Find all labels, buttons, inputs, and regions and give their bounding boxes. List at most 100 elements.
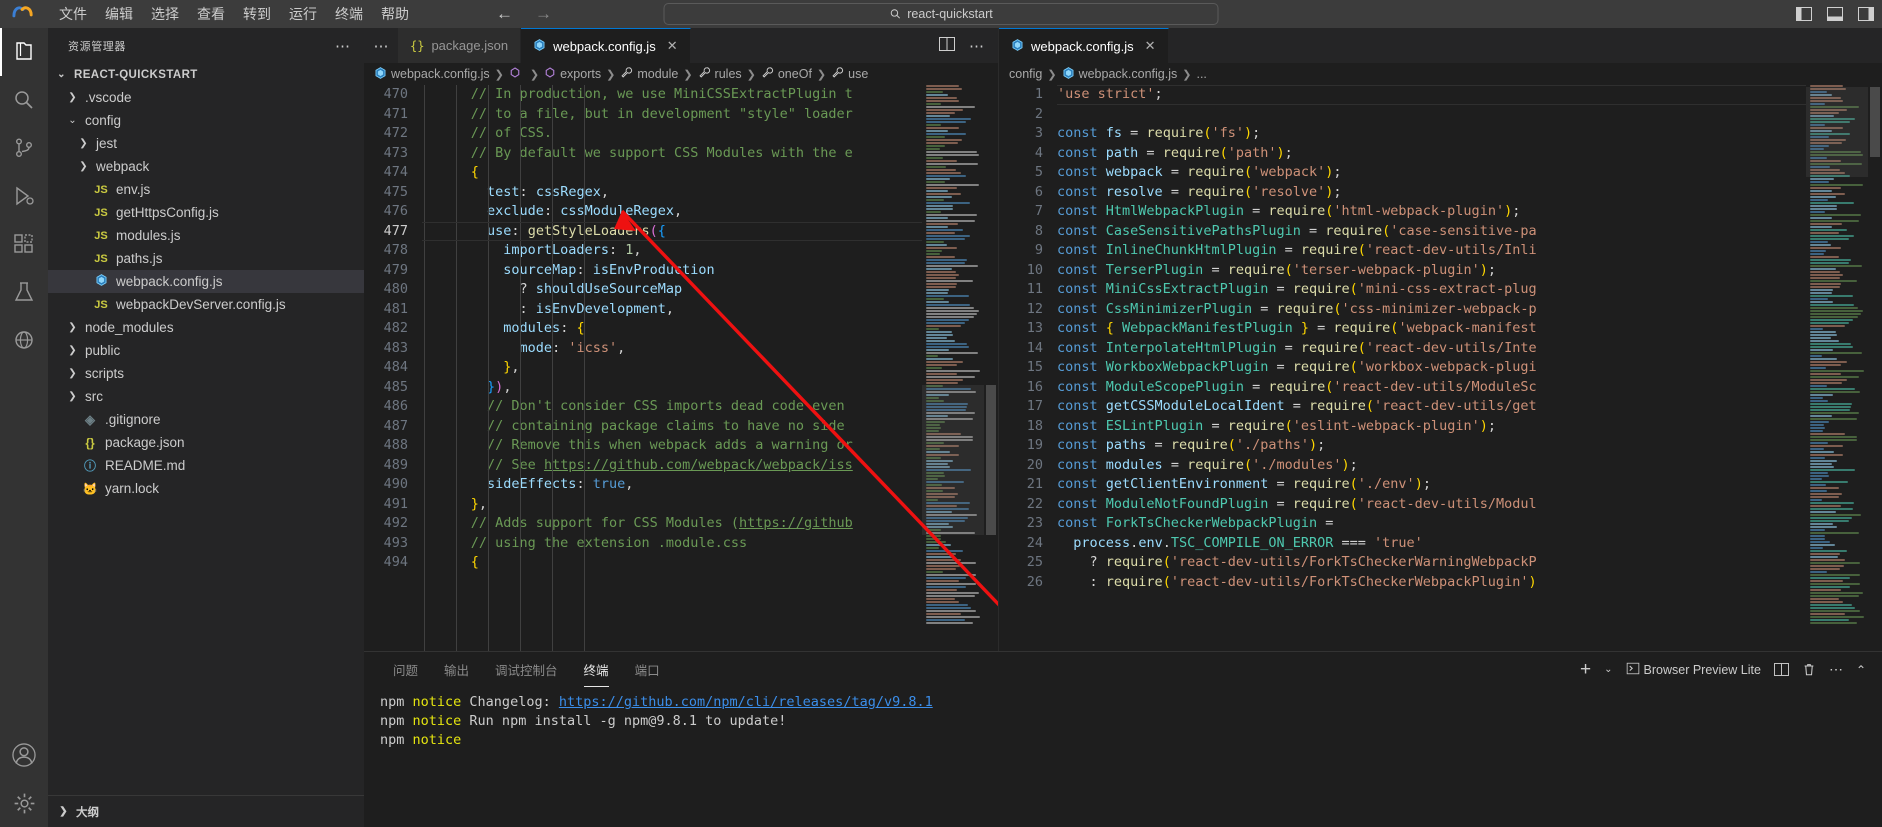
code-line[interactable]: ? shouldUseSourceMap <box>422 280 922 300</box>
code-line[interactable]: modules: { <box>422 319 922 339</box>
terminal-profile-button[interactable]: Browser Preview Lite <box>1626 662 1761 678</box>
activitybar-item-accounts[interactable] <box>0 731 48 779</box>
split-terminal-icon[interactable] <box>1774 663 1789 676</box>
code-editor-left[interactable]: 4704714724734744754764774784794804814824… <box>364 85 998 651</box>
menu-help[interactable]: 帮助 <box>372 1 418 27</box>
code-line[interactable]: const MiniCssExtractPlugin = require('mi… <box>1057 280 1806 300</box>
tree-folder-src[interactable]: ❯src <box>48 385 364 408</box>
arrow-left-icon[interactable]: ← <box>496 4 513 24</box>
code-line[interactable]: const TerserPlugin = require('terser-web… <box>1057 261 1806 281</box>
code-line[interactable]: { <box>422 163 922 183</box>
activitybar-item-testing[interactable] <box>0 268 48 316</box>
code-line[interactable]: const CaseSensitivePathsPlugin = require… <box>1057 222 1806 242</box>
outline-section-header[interactable]: ❯ 大纲 <box>48 795 364 827</box>
activitybar-item-extensions[interactable] <box>0 220 48 268</box>
arrow-right-icon[interactable]: → <box>535 4 552 24</box>
terminal-token[interactable]: https://github.com/npm/cli/releases/tag/… <box>559 694 933 710</box>
code-line[interactable]: : isEnvDevelopment, <box>422 300 922 320</box>
code-line[interactable]: // to a file, but in development "style"… <box>422 105 922 125</box>
menu-selection[interactable]: 选择 <box>142 1 188 27</box>
breadcrumb-item-unknown[interactable] <box>509 66 525 82</box>
code-line[interactable]: const { WebpackManifestPlugin } = requir… <box>1057 319 1806 339</box>
menu-view[interactable]: 查看 <box>188 1 234 27</box>
code-line[interactable]: const InterpolateHtmlPlugin = require('r… <box>1057 339 1806 359</box>
tree-folder-jest[interactable]: ❯jest <box>48 132 364 155</box>
code-line[interactable]: // In production, we use MiniCSSExtractP… <box>422 85 922 105</box>
code-line[interactable]: const fs = require('fs'); <box>1057 124 1806 144</box>
code-line[interactable]: : require('react-dev-utils/ForkTsChecker… <box>1057 573 1806 593</box>
trash-icon[interactable] <box>1802 662 1816 677</box>
minimap-slider[interactable] <box>922 385 984 535</box>
menu-go[interactable]: 转到 <box>234 1 280 27</box>
tabs-overflow-icon[interactable]: ⋯ <box>364 28 398 63</box>
tree-file-webpackDevServer.config.js[interactable]: JSwebpackDevServer.config.js <box>48 293 364 316</box>
code-line[interactable]: }), <box>422 378 922 398</box>
code-line[interactable]: mode: 'icss', <box>422 339 922 359</box>
scrollbar-right[interactable] <box>1868 85 1882 651</box>
code-line[interactable]: const modules = require('./modules'); <box>1057 456 1806 476</box>
code-line[interactable]: // Don't consider CSS imports dead code … <box>422 397 922 417</box>
code-line[interactable]: const InlineChunkHtmlPlugin = require('r… <box>1057 241 1806 261</box>
tab-package-json[interactable]: {} package.json <box>398 28 521 63</box>
menu-edit[interactable]: 编辑 <box>96 1 142 27</box>
tree-folder-webpack[interactable]: ❯webpack <box>48 155 364 178</box>
code-line[interactable]: const webpack = require('webpack'); <box>1057 163 1806 183</box>
code-editor-right[interactable]: 1234567891011121314151617181920212223242… <box>999 85 1882 651</box>
code-line[interactable]: const resolve = require('resolve'); <box>1057 183 1806 203</box>
activitybar-item-search[interactable] <box>0 76 48 124</box>
code-line[interactable]: // See https://github.com/webpack/webpac… <box>422 456 922 476</box>
code-line[interactable]: const ModuleScopePlugin = require('react… <box>1057 378 1806 398</box>
ellipsis-icon[interactable]: ⋯ <box>329 37 356 55</box>
breadcrumb-item-module[interactable]: module <box>620 66 678 82</box>
layout-sidebar-icon[interactable] <box>1795 7 1812 22</box>
code-content-left[interactable]: // In production, we use MiniCSSExtractP… <box>422 85 922 651</box>
minimap-slider[interactable] <box>1806 87 1868 177</box>
activitybar-item-source-control[interactable] <box>0 124 48 172</box>
code-line[interactable]: // of CSS. <box>422 124 922 144</box>
code-content-right[interactable]: 'use strict';const fs = require('fs');co… <box>1057 85 1806 651</box>
panel-tab-调试控制台[interactable]: 调试控制台 <box>482 652 571 687</box>
terminal-output[interactable]: npm notice Changelog: https://github.com… <box>364 687 1882 827</box>
menu-run[interactable]: 运行 <box>280 1 326 27</box>
command-center[interactable]: react-quickstart <box>664 3 1219 25</box>
code-line[interactable]: const ESLintPlugin = require('eslint-web… <box>1057 417 1806 437</box>
minimap-right[interactable] <box>1806 85 1868 651</box>
panel-tab-问题[interactable]: 问题 <box>380 652 431 687</box>
tree-file-.gitignore[interactable]: ◈.gitignore <box>48 408 364 431</box>
code-line[interactable]: const ModuleNotFoundPlugin = require('re… <box>1057 495 1806 515</box>
code-line[interactable]: const CssMinimizerPlugin = require('css-… <box>1057 300 1806 320</box>
split-editor-icon[interactable] <box>939 37 955 54</box>
code-line[interactable]: process.env.TSC_COMPILE_ON_ERROR === 'tr… <box>1057 534 1806 554</box>
code-line[interactable]: }, <box>422 495 922 515</box>
layout-panel-icon[interactable] <box>1826 7 1843 22</box>
code-line[interactable]: const getCSSModuleLocalIdent = require('… <box>1057 397 1806 417</box>
tree-file-webpack.config.js[interactable]: webpack.config.js <box>48 270 364 293</box>
breadcrumb-item-[interactable]: ... <box>1196 67 1206 81</box>
code-line[interactable]: sideEffects: true, <box>422 475 922 495</box>
menu-terminal[interactable]: 终端 <box>326 1 372 27</box>
tab-webpack-config-js[interactable]: webpack.config.js ✕ <box>521 28 691 63</box>
tree-file-yarn.lock[interactable]: 🐱yarn.lock <box>48 477 364 500</box>
code-line[interactable]: test: cssRegex, <box>422 183 922 203</box>
close-icon[interactable]: ✕ <box>1145 38 1156 54</box>
code-line[interactable]: ? require('react-dev-utils/ForkTsChecker… <box>1057 553 1806 573</box>
tree-folder-.vscode[interactable]: ❯.vscode <box>48 86 364 109</box>
breadcrumb-left[interactable]: webpack.config.js❯❯exports❯module❯rules❯… <box>364 63 998 85</box>
panel-tab-终端[interactable]: 终端 <box>571 652 622 687</box>
tree-file-paths.js[interactable]: JSpaths.js <box>48 247 364 270</box>
code-line[interactable] <box>1057 105 1806 125</box>
minimap-left[interactable] <box>922 85 984 651</box>
tree-folder-config[interactable]: ⌄config <box>48 109 364 132</box>
code-line[interactable]: importLoaders: 1, <box>422 241 922 261</box>
tree-folder-node_modules[interactable]: ❯node_modules <box>48 316 364 339</box>
tree-file-README.md[interactable]: ⓘREADME.md <box>48 454 364 477</box>
panel-tab-端口[interactable]: 端口 <box>622 652 673 687</box>
code-line[interactable]: const paths = require('./paths'); <box>1057 436 1806 456</box>
tree-folder-public[interactable]: ❯public <box>48 339 364 362</box>
breadcrumb-item-use[interactable]: use <box>831 66 868 82</box>
scrollbar-thumb[interactable] <box>1870 87 1880 157</box>
chevron-up-icon[interactable]: ⌃ <box>1856 663 1866 677</box>
activitybar-item-remote[interactable] <box>0 316 48 364</box>
code-line[interactable]: // containing package claims to have no … <box>422 417 922 437</box>
code-line[interactable]: const WorkboxWebpackPlugin = require('wo… <box>1057 358 1806 378</box>
